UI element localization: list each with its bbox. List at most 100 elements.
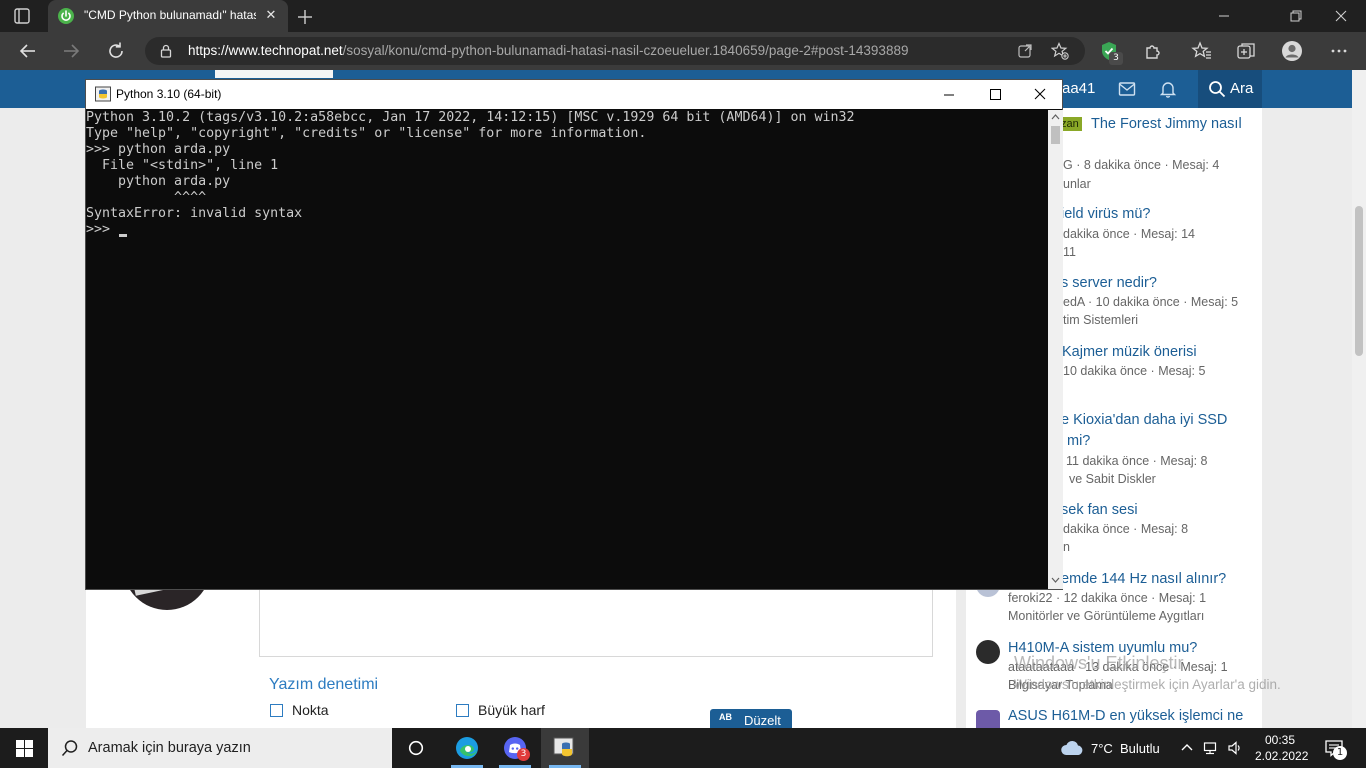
console-line: SyntaxError: invalid syntax <box>86 206 303 221</box>
console-title-bar[interactable]: Python 3.10 (64-bit) <box>86 80 1062 109</box>
console-scrollbar[interactable] <box>1048 110 1063 589</box>
lock-icon[interactable] <box>159 44 173 58</box>
thread-forum[interactable]: tim Sistemleri <box>1063 313 1138 327</box>
spellcheck-ab-icon: AB <box>719 712 732 722</box>
discord-badge: 3 <box>517 748 530 761</box>
console-close-icon[interactable] <box>1016 82 1062 107</box>
reload-icon[interactable] <box>105 40 127 62</box>
task-view-button[interactable] <box>392 728 440 768</box>
thread-forum[interactable]: ve Sabit Diskler <box>1069 472 1156 486</box>
console-line: Type "help", "copyright", "credits" or "… <box>86 126 647 141</box>
new-tab-icon[interactable] <box>294 6 316 28</box>
volume-icon[interactable] <box>1227 740 1243 756</box>
thread-title[interactable]: s server nedir? <box>1061 275 1157 291</box>
thread-title[interactable]: ield virüs mü? <box>1061 206 1150 222</box>
python-console-window[interactable]: Python 3.10 (64-bit) Python 3.10.2 (tags… <box>85 79 1063 590</box>
thread-title[interactable]: The Forest Jimmy nasıl <box>1091 116 1242 132</box>
extension-badge: 3 <box>1109 52 1123 65</box>
open-in-app-icon[interactable] <box>1017 43 1033 59</box>
console-line: File "<stdin>", line 1 <box>86 158 279 173</box>
activation-watermark-title: Windows'u Etkinleştir <box>1014 653 1184 673</box>
thread-title-line2[interactable]: mi? <box>1067 433 1090 449</box>
thread-title[interactable]: emde 144 Hz nasıl alınır? <box>1061 571 1226 587</box>
taskbar-python[interactable] <box>541 728 589 768</box>
profile-avatar-icon[interactable] <box>1281 40 1303 62</box>
browser-minimize-icon[interactable] <box>1212 4 1236 28</box>
console-line: Python 3.10.2 (tags/v3.10.2:a58ebcc, Jan… <box>86 110 855 125</box>
power-favicon-icon <box>58 8 74 24</box>
thread-forum[interactable]: n <box>1063 540 1070 554</box>
browser-tab-active[interactable]: "CMD Python bulunamadı" hatası nasıl çöz… <box>48 0 288 32</box>
chevron-up-icon[interactable] <box>1179 740 1195 756</box>
start-button[interactable] <box>0 728 48 768</box>
user-avatar[interactable] <box>976 710 1000 728</box>
thread-title[interactable]: ASUS H61M-D en yüksek işlemci ne <box>1008 708 1243 724</box>
tab-title: "CMD Python bulunamadı" hatası nasıl çöz… <box>84 8 256 22</box>
bell-icon[interactable] <box>1159 80 1177 98</box>
console-prompt-line[interactable]: >>> <box>86 222 118 238</box>
taskbar-edge[interactable] <box>443 728 491 768</box>
browser-toolbar: https://www.technopat.net/sosyal/konu/cm… <box>0 32 1366 70</box>
tab-close-button[interactable]: ✕ <box>262 7 280 25</box>
more-menu-icon[interactable] <box>1328 40 1350 62</box>
scroll-up-arrow-icon[interactable] <box>1051 113 1060 121</box>
browser-restore-icon[interactable] <box>1284 4 1308 28</box>
collections-icon[interactable] <box>1235 40 1257 62</box>
favorites-icon[interactable] <box>1191 40 1213 62</box>
thread-meta: G · 8 dakika önce · Mesaj: 4 <box>1063 158 1220 172</box>
thread-title[interactable]: sek fan sesi <box>1061 502 1138 518</box>
user-avatar[interactable] <box>976 640 1000 664</box>
console-scrollbar-thumb[interactable] <box>1051 126 1060 144</box>
back-arrow-icon[interactable] <box>17 40 39 62</box>
thread-meta: edA · 10 dakika önce · Mesaj: 5 <box>1063 295 1239 309</box>
task-view-icon <box>408 740 424 756</box>
clock-time[interactable]: 00:35 <box>1265 733 1295 747</box>
console-minimize-icon[interactable] <box>926 82 972 107</box>
thread-meta: dakika önce · Mesaj: 14 <box>1063 227 1196 241</box>
page-scrollbar[interactable] <box>1352 70 1366 728</box>
edge-browser-icon <box>456 737 478 759</box>
python-icon <box>95 86 111 102</box>
activation-watermark-text: Windows'u etkinleştirmek için Ayarlar'a … <box>1014 677 1281 692</box>
cloud-weather-icon[interactable] <box>1060 739 1084 757</box>
thread-forum[interactable]: 11 <box>1063 245 1076 259</box>
envelope-icon[interactable] <box>1118 81 1136 97</box>
forward-arrow-icon[interactable] <box>60 40 82 62</box>
thread-forum[interactable]: Monitörler ve Görüntüleme Aygıtları <box>1008 609 1204 623</box>
add-favorite-star-icon[interactable] <box>1051 42 1069 60</box>
network-icon[interactable] <box>1203 740 1219 756</box>
page-scrollbar-thumb[interactable] <box>1355 206 1363 356</box>
nokta-label: Nokta <box>292 702 329 718</box>
windows-taskbar: Aramak için buraya yazın 3 7°C Bulutlu 0… <box>0 728 1366 768</box>
console-output[interactable]: Python 3.10.2 (tags/v3.10.2:a58ebcc, Jan… <box>86 110 1048 590</box>
nokta-checkbox[interactable] <box>270 704 283 717</box>
notification-count: 1 <box>1333 746 1347 760</box>
address-bar[interactable]: https://www.technopat.net/sosyal/konu/cm… <box>145 37 1085 65</box>
weather-condition[interactable]: Bulutlu <box>1120 741 1160 756</box>
reply-editor[interactable] <box>259 586 933 657</box>
thread-forum[interactable]: unlar <box>1063 177 1091 191</box>
extensions-puzzle-icon[interactable] <box>1142 40 1164 62</box>
windows-logo-icon <box>16 740 33 757</box>
taskbar-discord[interactable]: 3 <box>491 728 539 768</box>
taskbar-search-box[interactable]: Aramak için buraya yazın <box>48 728 392 768</box>
thread-meta: dakika önce · Mesaj: 8 <box>1063 522 1189 536</box>
header-search-label: Ara <box>1230 80 1254 97</box>
weather-temperature[interactable]: 7°C <box>1091 741 1113 756</box>
thread-meta: 11 dakika önce · Mesaj: 8 <box>1066 454 1208 468</box>
header-search-button[interactable]: Ara <box>1198 70 1262 108</box>
taskbar-search-placeholder: Aramak için buraya yazın <box>88 740 251 756</box>
buyuk-harf-label: Büyük harf <box>478 702 545 718</box>
buyuk-harf-checkbox[interactable] <box>456 704 469 717</box>
thread-title[interactable]: Kajmer müzik önerisi <box>1062 344 1197 360</box>
browser-close-icon[interactable] <box>1329 4 1353 28</box>
clock-date[interactable]: 2.02.2022 <box>1255 749 1308 763</box>
fix-button[interactable]: AB Düzelt <box>710 709 792 728</box>
scroll-down-arrow-icon[interactable] <box>1051 576 1060 584</box>
console-maximize-icon[interactable] <box>972 82 1018 107</box>
header-username[interactable]: aa41 <box>1062 80 1095 97</box>
thread-title[interactable]: e Kioxia'dan daha iyi SSD <box>1061 412 1227 428</box>
url-text[interactable]: https://www.technopat.net/sosyal/konu/cm… <box>188 43 908 58</box>
tab-actions-icon[interactable] <box>12 6 32 26</box>
python-console-icon <box>553 737 574 757</box>
